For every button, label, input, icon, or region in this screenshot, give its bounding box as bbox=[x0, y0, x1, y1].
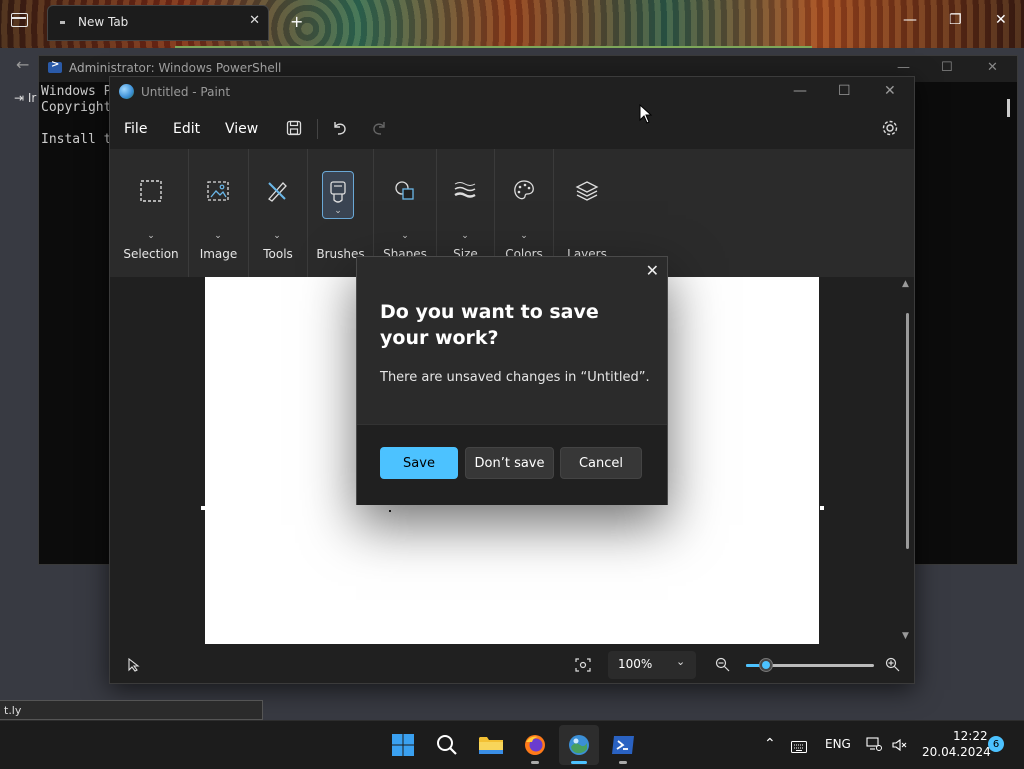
fit-to-window-icon[interactable] bbox=[575, 657, 591, 676]
brushes-icon[interactable]: ⌄ bbox=[322, 171, 354, 219]
tab-actions-icon[interactable] bbox=[10, 13, 28, 27]
console-scrollbar[interactable] bbox=[1007, 99, 1010, 117]
paint-title: Untitled - Paint bbox=[141, 85, 231, 99]
powershell-maximize-button[interactable]: ☐ bbox=[941, 60, 953, 75]
chevron-down-icon: ⌄ bbox=[334, 206, 342, 216]
scroll-up-icon[interactable]: ▲ bbox=[902, 279, 909, 289]
shapes-icon[interactable]: ⌄ bbox=[385, 171, 425, 241]
paint-close-button[interactable]: ✕ bbox=[884, 83, 896, 99]
chevron-down-icon: ⌄ bbox=[147, 231, 155, 241]
zoom-level-value: 100% bbox=[618, 657, 653, 671]
dont-save-button[interactable]: Don’t save bbox=[465, 447, 554, 479]
start-windows-icon[interactable] bbox=[390, 732, 416, 758]
menu-edit[interactable]: Edit bbox=[173, 121, 200, 137]
tab-close-icon[interactable]: ✕ bbox=[249, 13, 260, 28]
paint-menubar: File Edit View bbox=[110, 107, 914, 149]
paint-titlebar: Untitled - Paint — ☐ ✕ bbox=[110, 77, 914, 107]
clock-date[interactable]: 20.04.2024 bbox=[922, 745, 991, 759]
clock-time[interactable]: 12:22 bbox=[953, 729, 988, 743]
save-icon[interactable] bbox=[283, 117, 305, 139]
layers-icon[interactable] bbox=[567, 171, 607, 219]
tab-label: New Tab bbox=[78, 15, 129, 29]
ribbon-label: Selection bbox=[123, 247, 179, 261]
menu-view[interactable]: View bbox=[225, 121, 258, 137]
dialog-message: There are unsaved changes in “Untitled”. bbox=[380, 370, 650, 385]
ribbon-label: Image bbox=[199, 247, 238, 261]
ribbon-group-tools[interactable]: ⌄ Tools bbox=[249, 149, 308, 277]
chevron-down-icon: ⌄ bbox=[273, 231, 281, 241]
chevron-down-icon: ⌄ bbox=[214, 231, 222, 241]
size-icon[interactable]: ⌄ bbox=[445, 171, 485, 241]
chevron-down-icon: ⌄ bbox=[520, 231, 528, 241]
dialog-title: Do you want to save your work? bbox=[380, 301, 599, 349]
powershell-close-button[interactable]: ✕ bbox=[987, 60, 998, 75]
save-changes-dialog: ✕ Do you want to save your work? There a… bbox=[356, 256, 668, 505]
login-link[interactable]: ⇥ Ir bbox=[14, 91, 36, 105]
powershell-title: Administrator: Windows PowerShell bbox=[69, 61, 282, 75]
powershell-app-icon[interactable] bbox=[610, 732, 636, 758]
vertical-scrollbar[interactable] bbox=[906, 313, 909, 549]
ribbon-group-image[interactable]: ⌄ Image bbox=[189, 149, 249, 277]
browser-restore-button[interactable]: ❐ bbox=[949, 12, 962, 28]
chevron-down-icon: ⌄ bbox=[676, 655, 686, 668]
canvas-resize-handle[interactable] bbox=[201, 506, 205, 510]
scroll-down-icon[interactable]: ▼ bbox=[902, 631, 909, 641]
paint-maximize-button[interactable]: ☐ bbox=[838, 83, 851, 99]
ribbon-group-selection[interactable]: ⌄ Selection bbox=[110, 149, 189, 277]
paint-app-icon[interactable] bbox=[566, 732, 592, 758]
paint-logo-icon bbox=[119, 84, 134, 99]
console-line: Install t bbox=[41, 132, 112, 147]
firefox-icon[interactable] bbox=[522, 732, 548, 758]
canvas-resize-handle[interactable] bbox=[820, 506, 824, 510]
undo-icon[interactable] bbox=[329, 117, 351, 139]
browser-tab-new-tab[interactable]: New Tab ✕ bbox=[47, 5, 269, 41]
chevron-down-icon: ⌄ bbox=[401, 231, 409, 241]
notification-count-badge[interactable]: 6 bbox=[988, 736, 1004, 752]
browser-minimize-button[interactable]: — bbox=[903, 12, 917, 28]
selection-cursor-icon bbox=[128, 657, 140, 676]
console-line: Copyright bbox=[41, 100, 112, 115]
zoom-out-icon[interactable] bbox=[715, 657, 730, 676]
ribbon-label: Tools bbox=[263, 247, 293, 261]
settings-gear-icon[interactable] bbox=[879, 117, 901, 139]
console-line: Windows P bbox=[41, 84, 112, 99]
tab-favicon-icon bbox=[60, 21, 65, 24]
menu-file[interactable]: File bbox=[124, 121, 147, 137]
network-icon[interactable] bbox=[866, 736, 882, 755]
paint-minimize-button[interactable]: — bbox=[793, 83, 807, 99]
image-icon[interactable]: ⌄ bbox=[198, 171, 238, 241]
powershell-minimize-button[interactable]: — bbox=[897, 60, 910, 75]
tray-overflow-chevron-icon[interactable]: ⌃ bbox=[764, 736, 776, 752]
chevron-down-icon: ⌄ bbox=[461, 231, 469, 241]
active-indicator bbox=[571, 761, 587, 764]
file-explorer-icon[interactable] bbox=[478, 732, 504, 758]
selection-icon[interactable]: ⌄ bbox=[131, 171, 171, 241]
volume-muted-icon[interactable] bbox=[892, 737, 908, 756]
menu-divider bbox=[317, 119, 318, 139]
running-indicator bbox=[531, 761, 539, 764]
back-arrow-icon[interactable]: ← bbox=[16, 55, 29, 74]
redo-icon[interactable] bbox=[368, 117, 390, 139]
canvas-dot bbox=[389, 510, 391, 512]
save-button[interactable]: Save bbox=[380, 447, 458, 479]
browser-close-button[interactable]: ✕ bbox=[995, 12, 1007, 28]
zoom-slider-thumb[interactable] bbox=[759, 658, 773, 672]
mouse-cursor-icon bbox=[639, 103, 653, 128]
new-tab-plus-icon[interactable]: + bbox=[290, 12, 303, 31]
colors-palette-icon[interactable]: ⌄ bbox=[504, 171, 544, 241]
touch-keyboard-icon[interactable] bbox=[791, 738, 807, 757]
zoom-in-icon[interactable] bbox=[885, 657, 900, 676]
search-icon[interactable] bbox=[434, 732, 460, 758]
running-indicator bbox=[619, 761, 627, 764]
status-bar-url: t.ly bbox=[0, 700, 263, 720]
powershell-icon bbox=[48, 59, 62, 73]
tools-icon[interactable]: ⌄ bbox=[257, 171, 297, 241]
cancel-button[interactable]: Cancel bbox=[560, 447, 642, 479]
zoom-level-dropdown[interactable]: 100% ⌄ bbox=[608, 651, 696, 679]
language-indicator[interactable]: ENG bbox=[825, 737, 851, 751]
dialog-close-icon[interactable]: ✕ bbox=[646, 261, 659, 280]
